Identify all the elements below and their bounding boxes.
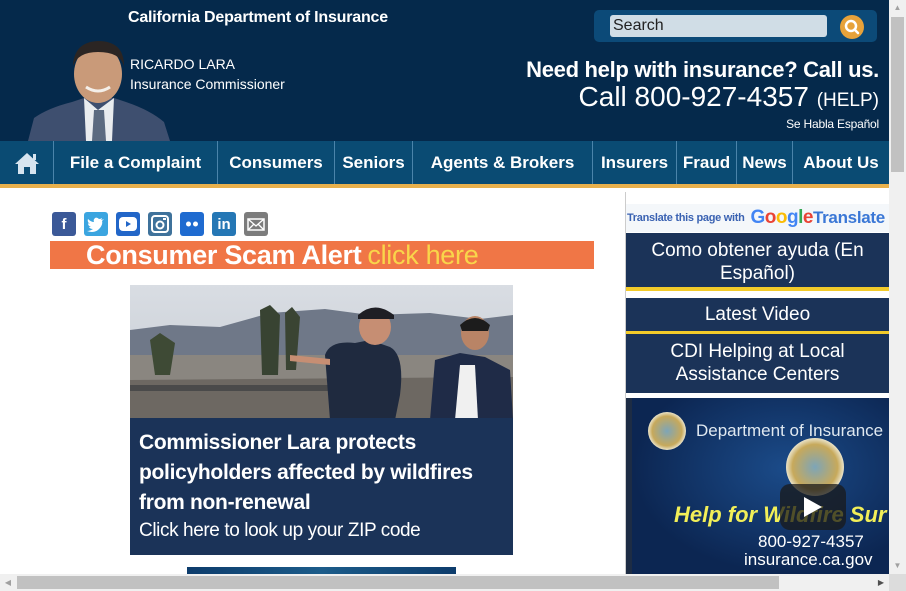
twitter-icon[interactable] [84, 212, 108, 236]
wildfire-photo [130, 285, 513, 420]
scrollbar-corner [889, 574, 906, 591]
help-suffix: (HELP) [816, 90, 879, 111]
scam-alert-link[interactable]: click here [367, 240, 478, 270]
nav-fraud[interactable]: Fraud [677, 141, 737, 184]
feature-headline: Commissioner Lara protects policyholders… [139, 431, 473, 514]
linkedin-icon[interactable]: in [212, 212, 236, 236]
nav-seniors[interactable]: Seniors [335, 141, 413, 184]
feature-subline: Click here to look up your ZIP code [139, 520, 421, 541]
search-button[interactable] [840, 15, 864, 39]
search-icon [844, 19, 860, 35]
youtube-icon[interactable] [116, 212, 140, 236]
scam-alert-text: Consumer Scam Alert [86, 240, 362, 270]
nav-about-us[interactable]: About Us [793, 141, 889, 184]
wildfire-feature-banner[interactable]: Commissioner Lara protects policyholders… [130, 285, 513, 555]
video-phone: 800-927-4357 [758, 532, 864, 551]
email-icon[interactable] [244, 212, 268, 236]
site-header: California Department of Insurance RICAR… [0, 0, 889, 141]
instagram-icon[interactable] [148, 212, 172, 236]
google-translate-link[interactable]: Translate this page with Google Translat… [626, 204, 889, 232]
nav-file-a-complaint[interactable]: File a Complaint [54, 141, 218, 184]
translate-prefix: Translate this page with [627, 212, 745, 224]
social-links: f in [52, 212, 268, 236]
play-icon [804, 497, 822, 517]
commissioner-name: RICARDO LARA [130, 56, 236, 72]
horizontal-scrollbar[interactable]: ◀ ▶ [0, 574, 889, 591]
cdi-seal-icon [648, 412, 686, 450]
home-icon [14, 152, 39, 174]
vertical-scroll-thumb[interactable] [891, 17, 904, 172]
search-input[interactable] [610, 15, 827, 37]
play-button[interactable] [780, 484, 846, 530]
scroll-left-arrow-icon[interactable]: ◀ [0, 574, 16, 591]
nav-consumers[interactable]: Consumers [218, 141, 335, 184]
local-assistance-button[interactable]: CDI Helping at Local Assistance Centers [626, 334, 889, 393]
main-content: f in Consumer Scam Alert click here Comm… [0, 192, 625, 574]
video-title[interactable]: Department of Insurance [696, 421, 883, 441]
scam-alert-banner[interactable]: Consumer Scam Alert click here [50, 241, 594, 269]
google-logo: Google [750, 207, 814, 228]
spanish-help-button[interactable]: Como obtener ayuda (En Español) [626, 233, 889, 291]
phone-number: Call 800-927-4357 [578, 81, 809, 112]
nav-agents-brokers[interactable]: Agents & Brokers [413, 141, 593, 184]
vertical-scrollbar[interactable]: ▲ ▼ [889, 0, 906, 574]
translate-word: Translate [812, 208, 885, 227]
help-line: Need help with insurance? Call us. [526, 57, 879, 82]
horizontal-scroll-thumb[interactable] [17, 576, 779, 589]
main-nav: File a Complaint Consumers Seniors Agent… [0, 141, 889, 188]
scroll-up-arrow-icon[interactable]: ▲ [889, 0, 906, 16]
facebook-icon[interactable]: f [52, 212, 76, 236]
commissioner-title: Insurance Commissioner [130, 76, 285, 92]
video-url: insurance.ca.gov [744, 550, 873, 569]
espanol-note: Se Habla Español [786, 117, 879, 131]
nav-news[interactable]: News [737, 141, 793, 184]
latest-video-button[interactable]: Latest Video [626, 298, 889, 334]
feature-caption: Commissioner Lara protects policyholders… [130, 418, 513, 555]
nav-insurers[interactable]: Insurers [593, 141, 677, 184]
flickr-icon[interactable] [180, 212, 204, 236]
next-banner[interactable] [187, 567, 456, 574]
scroll-right-arrow-icon[interactable]: ▶ [873, 574, 889, 591]
search-box [594, 10, 877, 42]
scroll-down-arrow-icon[interactable]: ▼ [889, 558, 906, 574]
nav-home[interactable] [0, 141, 54, 184]
video-player[interactable]: Department of Insurance Help for Wildfir… [626, 398, 889, 574]
agency-title[interactable]: California Department of Insurance [128, 9, 388, 27]
sidebar: Translate this page with Google Translat… [626, 192, 889, 574]
call-line[interactable]: Call 800-927-4357 (HELP) [579, 81, 879, 113]
